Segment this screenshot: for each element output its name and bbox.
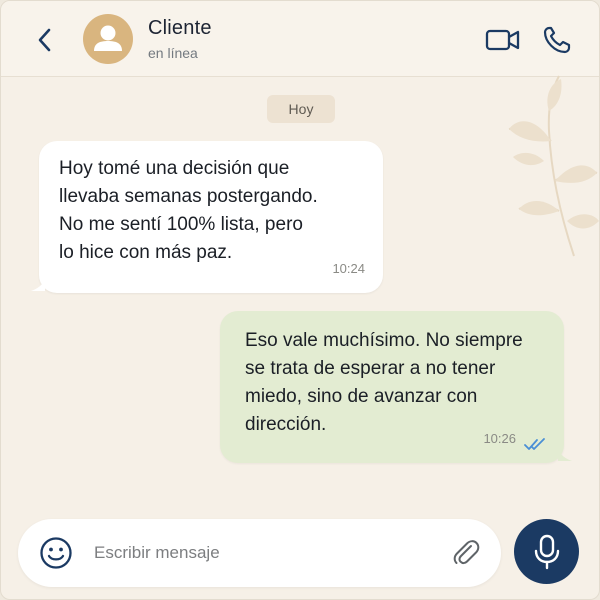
video-camera-icon — [485, 29, 520, 51]
message-line: No me sentí 100% lista, pero — [59, 214, 303, 235]
double-check-icon — [524, 438, 545, 450]
attach-button[interactable] — [450, 537, 482, 569]
bubble-tail — [31, 279, 45, 291]
message-text: Hoy tomé una decisión que llevaba semana… — [59, 155, 369, 267]
message-text: Eso vale muchísimo. No siempre se trata … — [245, 327, 555, 439]
microphone-icon — [534, 534, 559, 569]
message-line: se trata de esperar a no tener — [245, 358, 496, 379]
message-outgoing[interactable]: Eso vale muchísimo. No siempre se trata … — [220, 311, 572, 463]
chat-screen: Cliente en línea Hoy Hoy tomé una decisi… — [0, 0, 600, 600]
chevron-left-icon — [38, 28, 51, 52]
message-line: lo hice con más paz. — [59, 242, 233, 263]
chat-header: Cliente en línea — [1, 1, 599, 77]
message-line: miedo, sino de avanzar con — [245, 386, 478, 407]
leaf-decoration — [508, 75, 599, 257]
date-separator: Hoy — [267, 95, 335, 123]
message-line: Eso vale muchísimo. No siempre — [245, 330, 523, 351]
avatar[interactable] — [83, 14, 133, 64]
message-time: 10:26 — [483, 431, 516, 446]
bubble-tail — [558, 449, 572, 461]
message-input[interactable] — [94, 537, 434, 569]
paperclip-icon — [453, 540, 480, 565]
message-line: llevaba semanas postergando. — [59, 186, 318, 207]
voice-message-button[interactable] — [514, 519, 579, 584]
voice-call-button[interactable] — [541, 25, 573, 55]
contact-name[interactable]: Cliente — [148, 17, 212, 40]
video-call-button[interactable] — [485, 25, 521, 55]
message-composer — [18, 519, 501, 587]
phone-icon — [543, 26, 571, 54]
emoji-button[interactable] — [39, 536, 73, 570]
person-icon — [94, 25, 122, 51]
message-incoming[interactable]: Hoy tomé una decisión que llevaba semana… — [31, 141, 383, 293]
back-button[interactable] — [31, 25, 59, 55]
contact-status: en línea — [148, 45, 198, 61]
message-line: Hoy tomé una decisión que — [59, 158, 290, 179]
message-time: 10:24 — [332, 261, 365, 276]
smiley-icon — [40, 537, 72, 569]
